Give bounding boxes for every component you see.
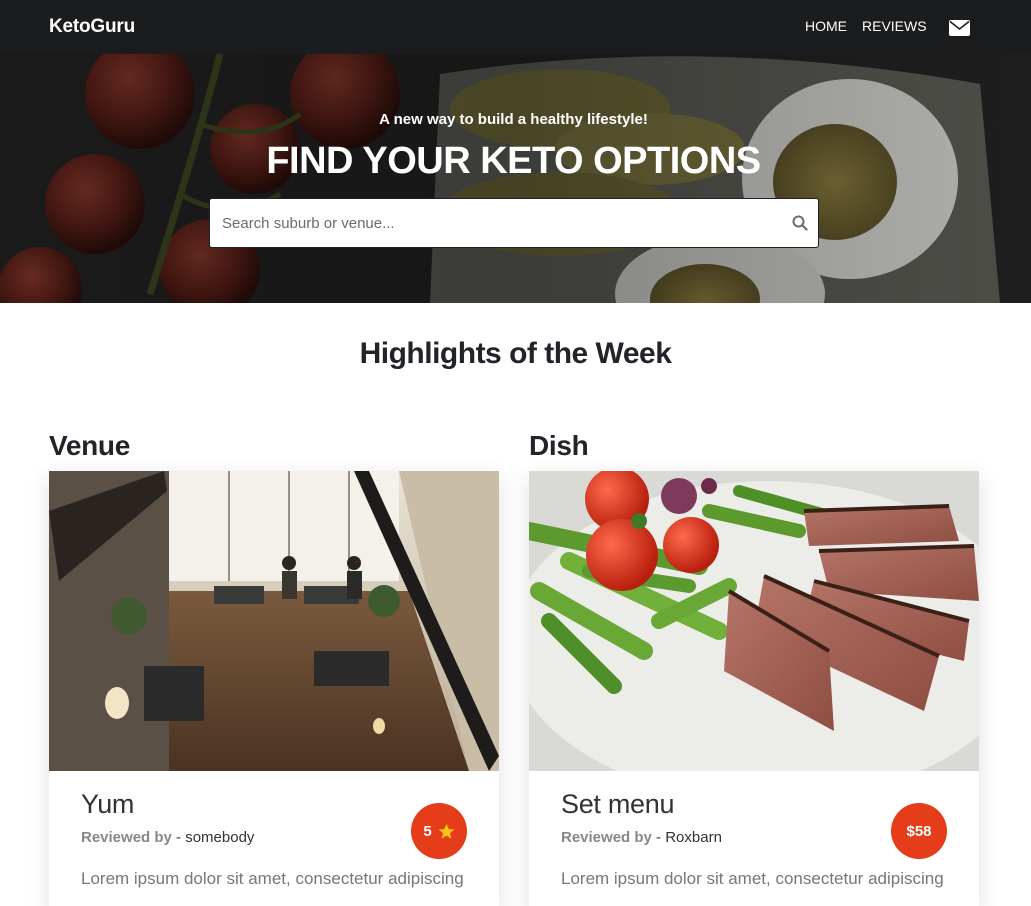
- search-bar: [209, 198, 819, 248]
- reviewer-name: - somebody: [176, 829, 255, 846]
- dish-card[interactable]: Set menu Reviewed by - Roxbarn $58 Lorem…: [529, 471, 979, 906]
- dish-heading: Dish: [529, 430, 589, 461]
- nav-link-home[interactable]: HOME: [805, 18, 847, 34]
- envelope-icon[interactable]: [949, 20, 970, 36]
- price-value: $58: [906, 822, 932, 840]
- hero-banner: A new way to build a healthy lifestyle! …: [0, 54, 1031, 303]
- reviewed-by-label: Reviewed by: [81, 829, 172, 846]
- navbar: KetoGuru HOME REVIEWS: [0, 0, 1031, 54]
- dish-description: Lorem ipsum dolor sit amet, consectetur …: [561, 869, 944, 888]
- venue-heading: Venue: [49, 430, 130, 461]
- venue-description: Lorem ipsum dolor sit amet, consectetur …: [81, 869, 464, 888]
- reviewer-name: - Roxbarn: [656, 829, 722, 846]
- search-icon[interactable]: [792, 215, 808, 231]
- rating-value: 5: [423, 822, 432, 840]
- venue-name: Yum: [81, 789, 135, 819]
- star-icon: [438, 823, 455, 839]
- reviewed-by-label: Reviewed by: [561, 829, 652, 846]
- hero-subtitle: A new way to build a healthy lifestyle!: [379, 111, 648, 128]
- dish-image[interactable]: [529, 471, 979, 771]
- rating-badge: 5: [411, 803, 467, 859]
- search-input[interactable]: [222, 199, 782, 247]
- brand-logo[interactable]: KetoGuru: [49, 16, 135, 38]
- dish-reviewer: Reviewed by - Roxbarn: [561, 829, 722, 846]
- nav-link-reviews[interactable]: REVIEWS: [862, 18, 927, 34]
- venue-card[interactable]: Yum Reviewed by - somebody 5 Lorem ipsum…: [49, 471, 499, 906]
- venue-image[interactable]: [49, 471, 499, 771]
- highlights-title: Highlights of the Week: [359, 337, 672, 370]
- dish-name: Set menu: [561, 789, 675, 819]
- venue-reviewer: Reviewed by - somebody: [81, 829, 254, 846]
- price-badge: $58: [891, 803, 947, 859]
- hero-title: FIND YOUR KETO OPTIONS: [266, 140, 761, 182]
